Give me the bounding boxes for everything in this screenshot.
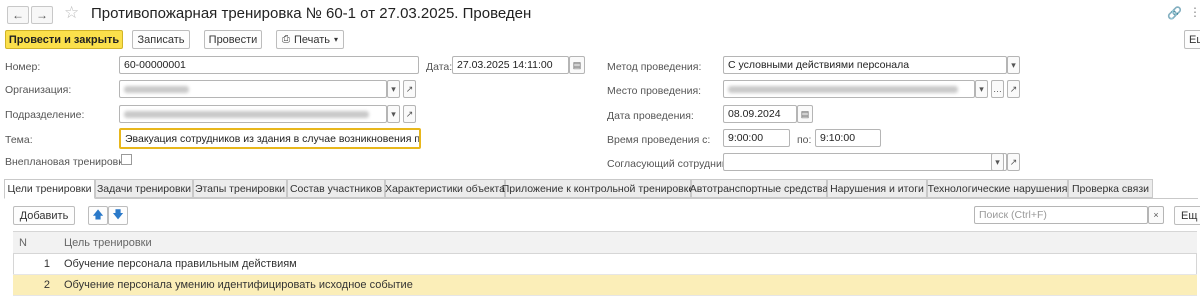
place-dropdown[interactable]: ▾ [975, 80, 988, 98]
unplanned-checkbox[interactable] [121, 154, 132, 165]
time-from-field[interactable]: 9:00:00 [723, 129, 790, 147]
place-label: Место проведения: [607, 85, 702, 97]
more-button[interactable]: Ещ [1184, 30, 1200, 49]
open-icon: ↗ [405, 83, 414, 94]
back-button[interactable]: ← [7, 6, 29, 24]
organization-field[interactable] [119, 80, 387, 98]
page-title: Противопожарная тренировка № 60-1 от 27.… [91, 5, 532, 22]
move-up-button[interactable]: 🡅 [88, 206, 108, 225]
print-label: Печать [293, 33, 331, 46]
arrow-down-icon: 🡇 [112, 209, 124, 221]
date2-field[interactable]: 08.09.2024 [723, 105, 797, 123]
department-dropdown[interactable]: ▾ [387, 105, 400, 123]
add-button[interactable]: Добавить [13, 206, 75, 225]
ellipsis-icon: … [993, 84, 1002, 94]
open-icon: ↗ [1009, 156, 1018, 167]
chevron-down-icon: ▾ [1011, 59, 1016, 70]
more-vertical-icon[interactable]: ⋮ [1189, 5, 1200, 19]
printer-icon: ⎙ [281, 34, 290, 45]
method-field[interactable]: С условными действиями персонала [723, 56, 1007, 74]
blurred-text [124, 111, 369, 118]
tab-tech-violations[interactable]: Технологические нарушения [927, 179, 1068, 198]
calendar-button[interactable]: ▤ [569, 56, 585, 74]
arrow-right-icon: → [36, 8, 48, 22]
unplanned-label: Внеплановая тренировка: [5, 156, 132, 168]
open-icon: ↗ [1009, 83, 1018, 94]
search-clear-button[interactable]: × [1148, 206, 1164, 224]
tab-attachment[interactable]: Приложение к контрольной тренировке [502, 179, 694, 198]
chevron-down-icon: ▾ [979, 83, 984, 94]
tab-object-characteristics[interactable]: Характеристики объекта [385, 179, 505, 198]
number-field[interactable]: 60-00000001 [119, 56, 419, 74]
row-goal: Обучение персонала умению идентифицирова… [64, 279, 413, 291]
department-open[interactable]: ↗ [403, 105, 416, 123]
approver-label: Согласующий сотрудник: [607, 158, 730, 170]
organization-label: Организация: [5, 84, 72, 96]
column-header-n[interactable]: N [13, 237, 58, 249]
arrow-up-icon: 🡅 [92, 209, 104, 221]
time-label: Время проведения с: [607, 134, 711, 146]
date-field[interactable]: 27.03.2025 14:11:00 [452, 56, 569, 74]
department-field[interactable] [119, 105, 387, 123]
tab-violations[interactable]: Нарушения и итоги [827, 179, 927, 198]
calendar-icon: ▤ [572, 59, 582, 70]
tab-participants[interactable]: Состав участников [287, 179, 385, 198]
close-icon: × [1153, 210, 1159, 220]
move-down-button[interactable]: 🡇 [108, 206, 128, 225]
forward-button[interactable]: → [31, 6, 53, 24]
place-open[interactable]: ↗ [1007, 80, 1020, 98]
print-button[interactable]: ⎙ Печать ▾ [276, 30, 344, 49]
department-label: Подразделение: [5, 109, 85, 121]
table-row[interactable]: 1 Обучение персонала правильным действия… [13, 254, 1197, 275]
time-to-label: по: [797, 134, 812, 146]
table-header: N Цель тренировки [13, 232, 1197, 254]
approver-dropdown[interactable]: ▾ [991, 153, 1004, 171]
post-button[interactable]: Провести [204, 30, 262, 49]
approver-open[interactable]: ↗ [1007, 153, 1020, 171]
date2-calendar-button[interactable]: ▤ [797, 105, 813, 123]
blurred-text [728, 86, 958, 93]
column-header-goal[interactable]: Цель тренировки [58, 237, 152, 249]
time-to-field[interactable]: 9:10:00 [815, 129, 881, 147]
method-dropdown[interactable]: ▾ [1007, 56, 1020, 74]
row-number: 2 [43, 279, 50, 291]
organization-open[interactable]: ↗ [403, 80, 416, 98]
table-row-selected[interactable]: 2 Обучение персонала умению идентифициро… [13, 275, 1197, 296]
arrow-left-icon: ← [12, 8, 24, 22]
blurred-text [124, 86, 189, 93]
chevron-down-icon: ▾ [995, 156, 1000, 167]
chevron-down-icon: ▾ [391, 108, 396, 119]
topic-field[interactable]: Эвакуация сотрудников из здания в случае… [119, 128, 421, 149]
approver-field[interactable] [723, 153, 1007, 171]
tab-communication-check[interactable]: Проверка связи [1068, 179, 1153, 198]
open-icon: ↗ [405, 108, 414, 119]
search-input[interactable]: Поиск (Ctrl+F) [974, 206, 1148, 224]
chevron-down-icon: ▾ [334, 35, 339, 44]
date-label: Дата: [426, 61, 453, 73]
place-field[interactable] [723, 80, 975, 98]
tab-tasks[interactable]: Задачи тренировки [95, 179, 193, 198]
save-button[interactable]: Записать [132, 30, 190, 49]
topic-label: Тема: [5, 134, 33, 146]
date2-label: Дата проведения: [607, 110, 694, 122]
link-icon[interactable]: 🔗 [1167, 6, 1182, 20]
table-more-button[interactable]: Ещ [1174, 206, 1200, 225]
method-label: Метод проведения: [607, 61, 702, 73]
row-goal: Обучение персонала правильным действиям [64, 258, 297, 270]
post-and-close-button[interactable]: Провести и закрыть [5, 30, 123, 49]
tab-goals[interactable]: Цели тренировки [4, 179, 95, 199]
calendar-icon: ▤ [800, 108, 810, 119]
number-label: Номер: [5, 61, 41, 73]
chevron-down-icon: ▾ [391, 83, 396, 94]
organization-dropdown[interactable]: ▾ [387, 80, 400, 98]
star-icon[interactable]: ☆ [64, 3, 79, 23]
tab-stages[interactable]: Этапы тренировки [193, 179, 287, 198]
row-number: 1 [43, 258, 50, 270]
tab-vehicles[interactable]: Автотранспортные средства [690, 179, 828, 198]
place-select[interactable]: … [991, 80, 1004, 98]
tabs-baseline [4, 198, 1198, 199]
